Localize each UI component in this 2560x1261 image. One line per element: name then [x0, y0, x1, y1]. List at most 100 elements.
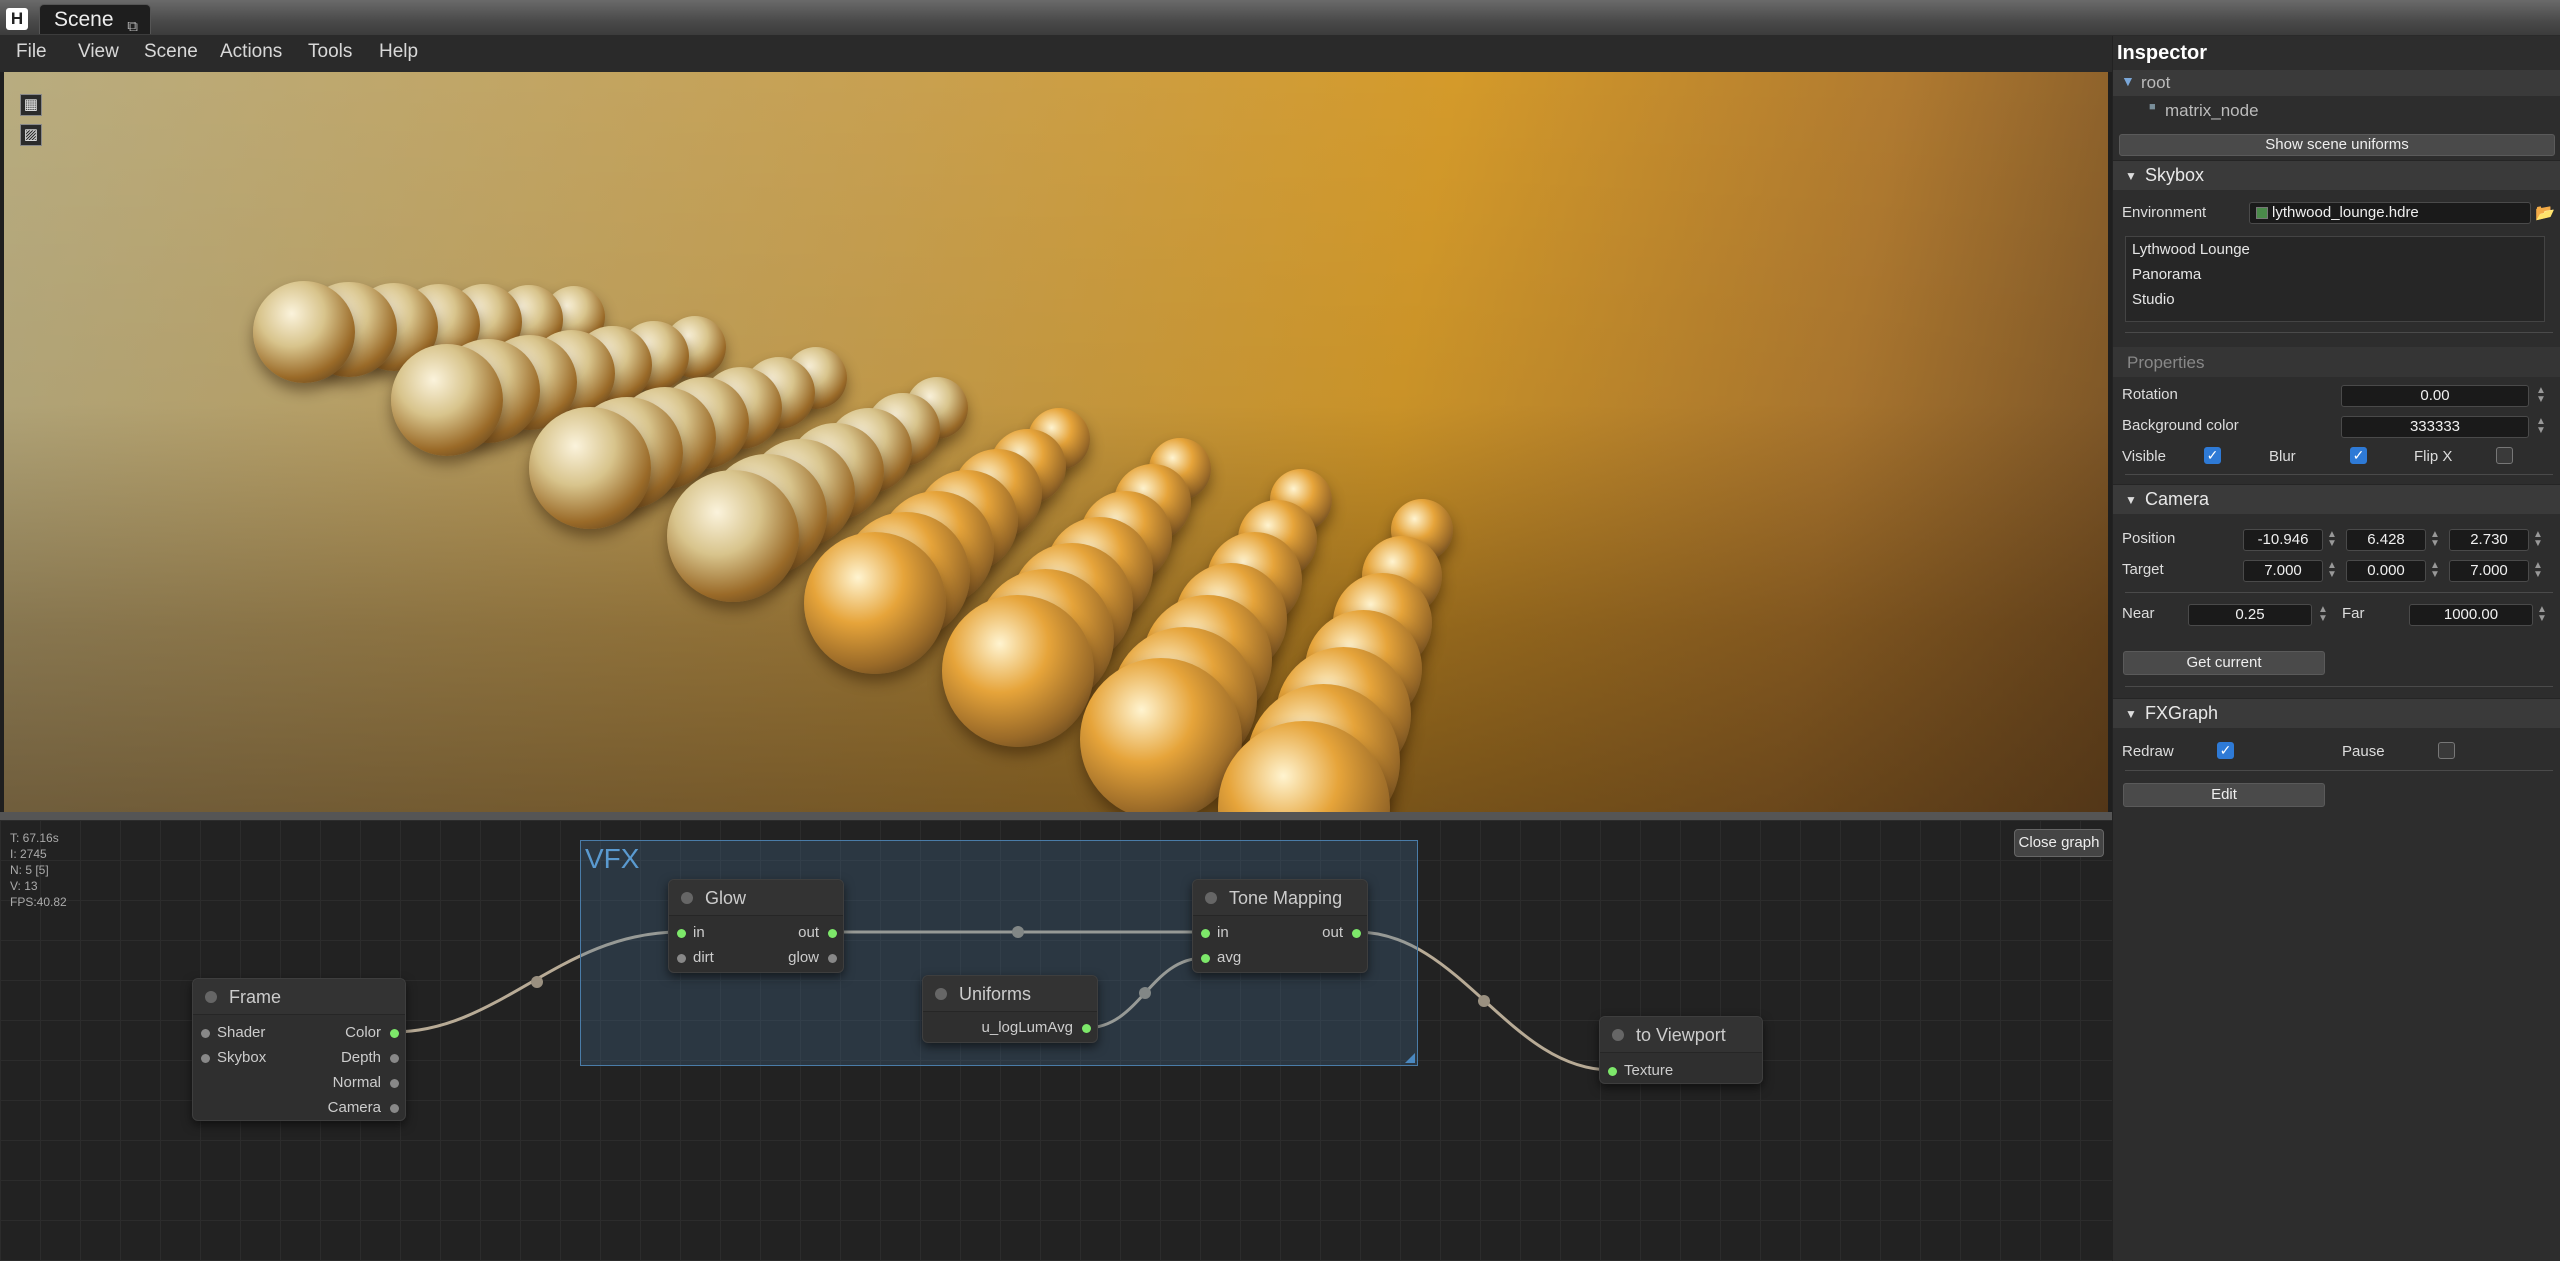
expand-arrow-icon[interactable]: ▼ [2121, 73, 2135, 89]
node-title: Glow [705, 888, 747, 908]
redraw-checkbox[interactable]: ✓ [2217, 742, 2234, 759]
menu-view[interactable]: View [78, 36, 119, 72]
wire-knot [1478, 995, 1490, 1007]
menu-help[interactable]: Help [379, 36, 418, 72]
pin-avg[interactable] [1201, 954, 1210, 963]
list-item[interactable]: Studio [2126, 287, 2544, 312]
properties-header: Properties [2113, 347, 2560, 377]
background-color-label: Background color [2122, 417, 2239, 434]
spinner-icon[interactable]: ▲ ▼ [2536, 386, 2546, 405]
grid-icon[interactable]: ▦ [20, 94, 42, 116]
scene-viewport[interactable]: ▦ ▨ [4, 72, 2108, 812]
node-frame[interactable]: Frame Shader Skybox Color Depth Normal C… [192, 978, 406, 1121]
pin-camera[interactable] [390, 1104, 399, 1113]
spinner-icon[interactable]: ▲ ▼ [2533, 561, 2543, 580]
spinner-icon[interactable]: ▲ ▼ [2430, 530, 2440, 549]
show-scene-uniforms-button[interactable]: Show scene uniforms [2119, 134, 2555, 156]
flipx-checkbox[interactable] [2496, 447, 2513, 464]
pin-normal[interactable] [390, 1079, 399, 1088]
section-fxgraph[interactable]: ▼ FXGraph [2113, 698, 2560, 728]
menu-tools[interactable]: Tools [308, 36, 352, 72]
node-header[interactable]: Glow [669, 880, 843, 916]
position-x-field[interactable]: -10.946 [2243, 529, 2323, 551]
pin-shader[interactable] [201, 1029, 210, 1038]
spinner-icon[interactable]: ▲ ▼ [2327, 530, 2337, 549]
rotation-field[interactable]: 0.00 [2341, 385, 2529, 407]
section-camera[interactable]: ▼ Camera [2113, 484, 2560, 514]
collapse-arrow-icon[interactable]: ▼ [2125, 493, 2137, 507]
pin-depth[interactable] [390, 1054, 399, 1063]
node-header[interactable]: Uniforms [923, 976, 1097, 1012]
port-shader: Shader [217, 1024, 266, 1041]
pin-in[interactable] [677, 929, 686, 938]
environment-list[interactable]: Lythwood Lounge Panorama Studio [2125, 236, 2545, 322]
divider [2125, 770, 2553, 771]
target-label: Target [2122, 561, 2164, 578]
node-header[interactable]: Tone Mapping [1193, 880, 1367, 916]
section-skybox[interactable]: ▼ Skybox [2113, 160, 2560, 190]
node-tone-mapping[interactable]: Tone Mapping in avg out [1192, 879, 1368, 973]
pin-u-loglumavg[interactable] [1082, 1024, 1091, 1033]
port-normal: Normal [332, 1074, 381, 1091]
position-y-field[interactable]: 6.428 [2346, 529, 2426, 551]
list-item[interactable]: Panorama [2126, 262, 2544, 287]
environment-field[interactable]: lythwood_lounge.hdre [2249, 202, 2531, 224]
spinner-icon[interactable]: ▲ ▼ [2537, 605, 2547, 624]
stat-iterations: I: 2745 [10, 847, 47, 861]
spinner-icon[interactable]: ▲ ▼ [2327, 561, 2337, 580]
get-current-button[interactable]: Get current [2123, 651, 2325, 675]
pin-dirt[interactable] [677, 954, 686, 963]
pause-checkbox[interactable] [2438, 742, 2455, 759]
tab-label: Scene [54, 8, 114, 31]
tree-item-matrix-node[interactable]: ■ matrix_node [2113, 98, 2560, 124]
position-z-field[interactable]: 2.730 [2449, 529, 2529, 551]
near-field[interactable]: 0.25 [2188, 604, 2312, 626]
folder-icon[interactable]: 📂 [2535, 203, 2555, 223]
target-x-field[interactable]: 7.000 [2243, 560, 2323, 582]
list-item[interactable]: Lythwood Lounge [2126, 237, 2544, 262]
visible-checkbox[interactable]: ✓ [2204, 447, 2221, 464]
tree-item-root[interactable]: ▼ root [2113, 70, 2560, 96]
node-to-viewport[interactable]: to Viewport Texture [1599, 1016, 1763, 1084]
menu-file[interactable]: File [16, 36, 47, 72]
node-glow[interactable]: Glow in dirt out glow [668, 879, 844, 973]
node-header[interactable]: to Viewport [1600, 1017, 1762, 1053]
close-graph-button[interactable]: Close graph [2014, 829, 2104, 857]
pin-color[interactable] [390, 1029, 399, 1038]
spinner-icon[interactable]: ▲ ▼ [2318, 605, 2328, 624]
pin-out[interactable] [828, 929, 837, 938]
pin-skybox[interactable] [201, 1054, 210, 1063]
spinner-icon[interactable]: ▲ ▼ [2430, 561, 2440, 580]
collapse-arrow-icon[interactable]: ▼ [2125, 707, 2137, 721]
node-status-dot [205, 991, 217, 1003]
pin-out[interactable] [1352, 929, 1361, 938]
group-resize-handle[interactable] [1405, 1053, 1415, 1063]
tab-scene[interactable]: Scene ⧉ [39, 4, 151, 35]
pin-texture[interactable] [1608, 1067, 1617, 1076]
pin-glow[interactable] [828, 954, 837, 963]
far-field[interactable]: 1000.00 [2409, 604, 2533, 626]
target-z-field[interactable]: 7.000 [2449, 560, 2529, 582]
image-icon[interactable]: ▨ [20, 124, 42, 146]
far-label: Far [2342, 605, 2365, 622]
spinner-icon[interactable]: ▲ ▼ [2533, 530, 2543, 549]
section-title: Skybox [2145, 165, 2205, 185]
target-y-field[interactable]: 0.000 [2346, 560, 2426, 582]
port-dirt: dirt [693, 949, 714, 966]
edit-button[interactable]: Edit [2123, 783, 2325, 807]
section-title: FXGraph [2145, 703, 2219, 723]
collapse-arrow-icon[interactable]: ▼ [2125, 169, 2137, 183]
blur-checkbox[interactable]: ✓ [2350, 447, 2367, 464]
port-in: in [1217, 924, 1229, 941]
pin-in[interactable] [1201, 929, 1210, 938]
node-uniforms[interactable]: Uniforms u_logLumAvg [922, 975, 1098, 1043]
panel-splitter[interactable] [0, 812, 2112, 820]
menu-actions[interactable]: Actions [220, 36, 282, 72]
spinner-icon[interactable]: ▲ ▼ [2536, 417, 2546, 436]
sphere [390, 343, 503, 456]
background-color-field[interactable]: 333333 [2341, 416, 2529, 438]
menu-scene[interactable]: Scene [144, 36, 198, 72]
port-glow: glow [788, 949, 819, 966]
node-header[interactable]: Frame [193, 979, 405, 1015]
divider [2125, 474, 2553, 475]
